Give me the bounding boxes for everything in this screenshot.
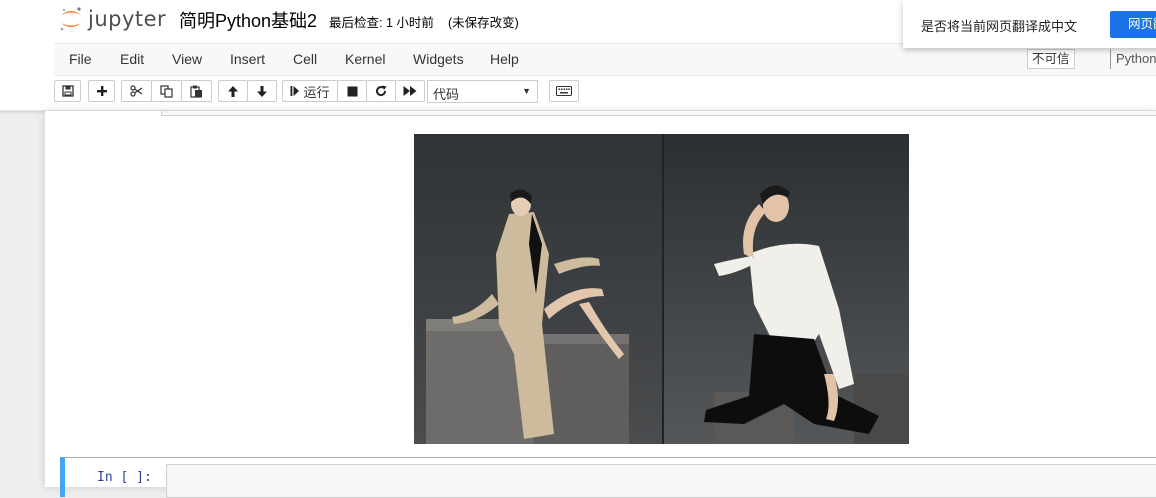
run-button-label: 运行 xyxy=(303,84,330,100)
menu-view[interactable]: View xyxy=(172,51,202,67)
arrow-down-icon xyxy=(257,85,267,97)
jupyter-logo[interactable]: jupyter xyxy=(58,4,166,34)
fast-forward-icon xyxy=(403,86,417,96)
previous-cell-input[interactable] xyxy=(161,111,1156,116)
menu-cell[interactable]: Cell xyxy=(293,51,317,67)
notebook-name[interactable]: 简明Python基础2 xyxy=(179,7,317,33)
menu-widgets[interactable]: Widgets xyxy=(413,51,464,67)
cell-type-select[interactable]: 代码 ▼ xyxy=(427,80,538,103)
kernel-indicator[interactable]: Python xyxy=(1110,49,1156,69)
save-button[interactable] xyxy=(54,80,81,102)
jupyter-logo-icon xyxy=(60,7,81,31)
run-button[interactable]: 运行 xyxy=(282,80,338,102)
arrow-up-icon xyxy=(228,85,238,97)
code-input[interactable] xyxy=(166,464,1156,498)
keyboard-icon xyxy=(556,86,572,96)
scissors-icon xyxy=(130,85,143,97)
code-cell[interactable]: In [ ]: xyxy=(60,457,1156,498)
save-icon xyxy=(61,85,74,97)
menu-edit[interactable]: Edit xyxy=(120,51,144,67)
restart-run-all-button[interactable] xyxy=(395,80,425,102)
restart-kernel-button[interactable] xyxy=(366,80,396,102)
paste-icon xyxy=(190,85,202,98)
cut-button[interactable] xyxy=(121,80,152,102)
input-prompt: In [ ]: xyxy=(97,470,152,485)
jupyter-logo-text: jupyter xyxy=(88,7,167,31)
command-palette-button[interactable] xyxy=(549,80,579,102)
insert-cell-button[interactable] xyxy=(88,80,115,102)
autosave-status: (未保存改变) xyxy=(448,16,519,30)
notebook-container: In [ ]: xyxy=(45,111,1156,498)
notebook-header: jupyter 简明Python基础2 最后检查: 1 小时前 (未保存改变) … xyxy=(0,0,1156,111)
checkpoint-status: 最后检查: 1 小时前 xyxy=(329,16,434,30)
interrupt-kernel-button[interactable] xyxy=(337,80,367,102)
run-icon xyxy=(290,86,300,96)
stop-icon xyxy=(347,86,357,96)
translate-popup: 是否将当前网页翻译成中文 网页翻 xyxy=(903,0,1156,48)
menu-help[interactable]: Help xyxy=(490,51,519,67)
caret-down-icon: ▼ xyxy=(522,86,531,96)
menu-kernel[interactable]: Kernel xyxy=(345,51,385,67)
translate-message: 是否将当前网页翻译成中文 xyxy=(921,19,1078,34)
restart-icon xyxy=(376,85,387,97)
plus-icon xyxy=(96,86,107,96)
move-up-button[interactable] xyxy=(218,80,248,102)
menu-insert[interactable]: Insert xyxy=(230,51,265,67)
move-down-button[interactable] xyxy=(247,80,277,102)
copy-button[interactable] xyxy=(151,80,182,102)
cell-type-value: 代码 xyxy=(433,87,460,102)
copy-icon xyxy=(160,84,173,98)
paste-button[interactable] xyxy=(181,80,212,102)
translate-button[interactable]: 网页翻 xyxy=(1110,11,1156,38)
output-image xyxy=(414,134,909,444)
trusted-indicator[interactable]: 不可信 xyxy=(1027,49,1075,69)
menu-file[interactable]: File xyxy=(69,51,92,67)
portrait-photo-illustration xyxy=(414,134,909,444)
